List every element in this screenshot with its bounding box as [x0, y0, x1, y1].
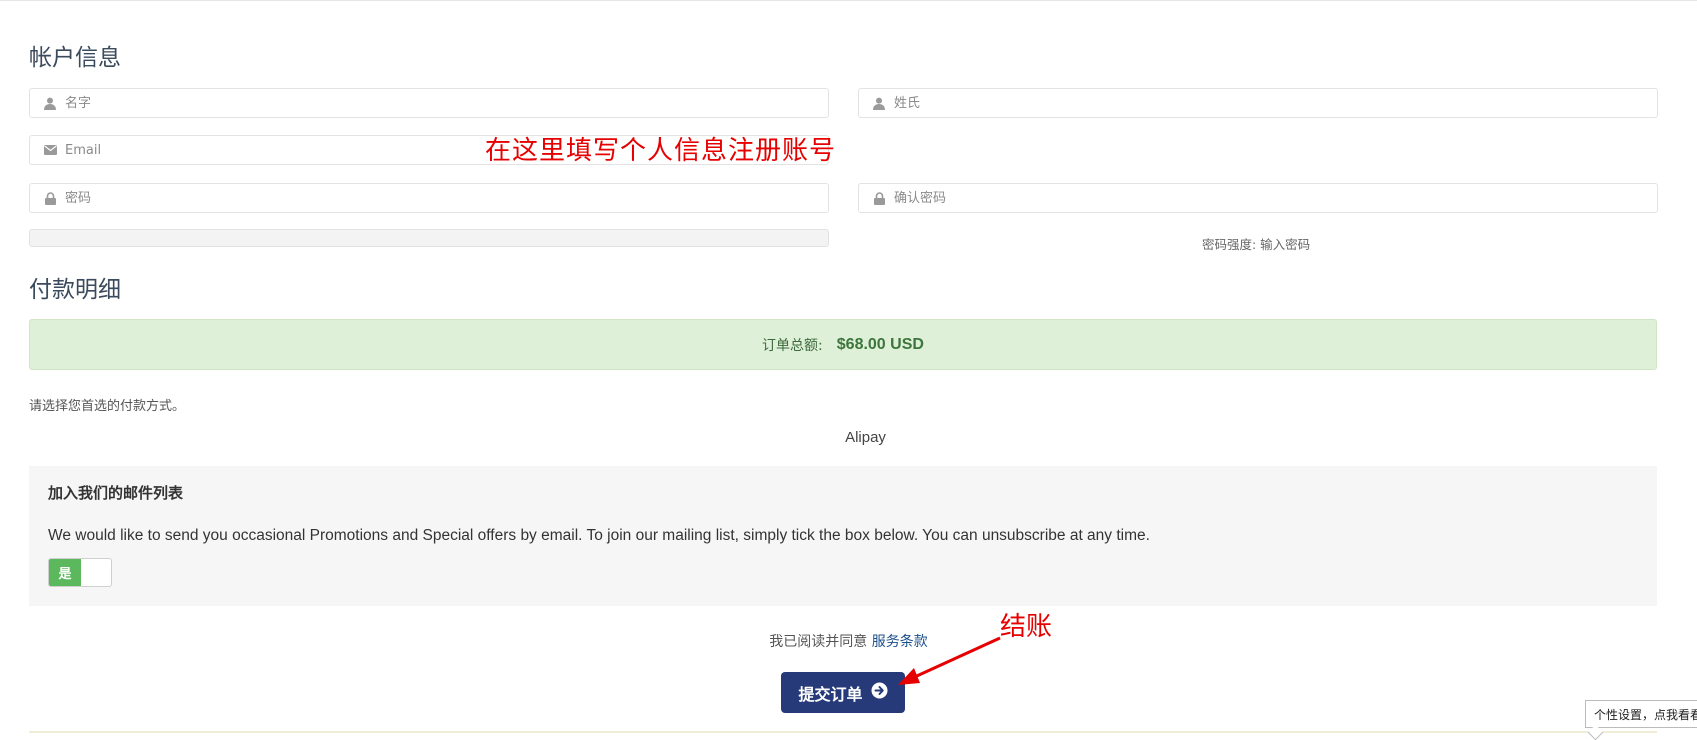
password-input[interactable]: [63, 184, 828, 212]
mailing-list-toggle[interactable]: 是: [48, 558, 112, 587]
envelope-icon: [43, 143, 57, 157]
mailing-list-text: We would like to send you occasional Pro…: [48, 527, 1150, 544]
lock-icon: [872, 191, 886, 205]
user-icon: [872, 96, 886, 110]
password-strength-bar: [29, 229, 829, 247]
first-name-field[interactable]: [29, 88, 829, 118]
order-total-label: 订单总额:: [762, 337, 823, 354]
password-field[interactable]: [29, 183, 829, 213]
password-strength-text: 密码强度: 输入密码: [1202, 237, 1311, 252]
account-section-title: 帐户信息: [29, 45, 121, 71]
terms-prefix: 我已阅读并同意: [769, 634, 868, 650]
submit-order-label: 提交订单: [798, 684, 863, 704]
confirm-password-input[interactable]: [892, 184, 1657, 212]
lock-icon: [43, 191, 57, 205]
arrow-circle-right-icon: [871, 682, 888, 703]
user-icon: [43, 96, 57, 110]
first-name-input[interactable]: [63, 89, 828, 117]
terms-agreement: 我已阅读并同意 服务条款: [0, 631, 1697, 651]
top-divider: [0, 0, 1697, 1]
toggle-yes-label: 是: [49, 559, 81, 586]
annotation-arrow-icon: [898, 636, 1001, 685]
personalize-tooltip[interactable]: 个性设置，点我看看: [1585, 700, 1697, 728]
last-name-input[interactable]: [892, 89, 1657, 117]
annotation-register-hint: 在这里填写个人信息注册账号: [485, 136, 837, 166]
last-name-field[interactable]: [858, 88, 1658, 118]
mailing-list-title: 加入我们的邮件列表: [48, 484, 184, 502]
mailing-list-panel: 加入我们的邮件列表 We would like to send you occa…: [29, 466, 1657, 606]
payment-section-title: 付款明细: [29, 277, 121, 303]
order-total-amount: $68.00 USD: [836, 335, 924, 353]
submit-order-button[interactable]: 提交订单: [781, 672, 905, 713]
payment-method-alipay[interactable]: Alipay: [29, 429, 1697, 446]
order-total-box: 订单总额: $68.00 USD: [29, 319, 1657, 370]
payment-method-note: 请选择您首选的付款方式。: [29, 399, 186, 414]
confirm-password-field[interactable]: [858, 183, 1658, 213]
